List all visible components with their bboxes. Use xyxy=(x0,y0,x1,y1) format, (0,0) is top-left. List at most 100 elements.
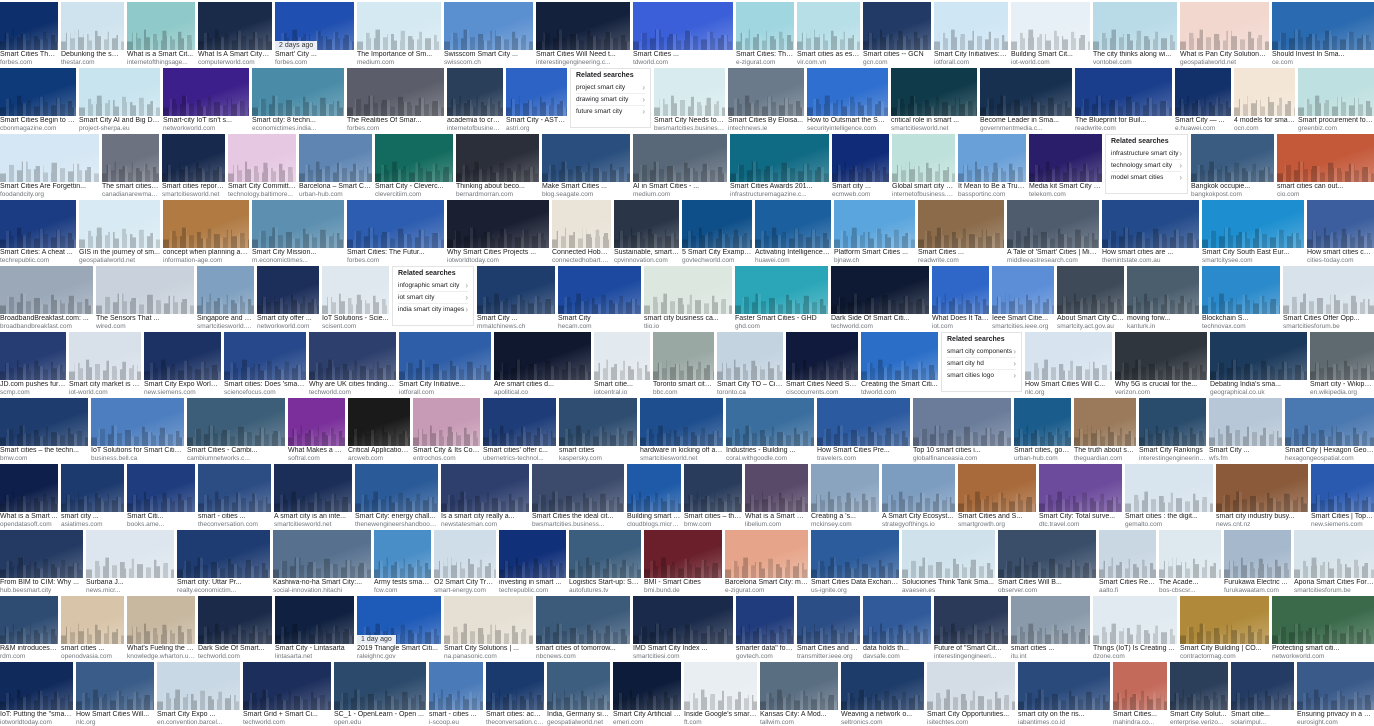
image-result-title[interactable]: Soluciones Think Tank Sma... xyxy=(902,579,995,587)
image-result-title[interactable]: Smart city - Wikipe... xyxy=(1310,381,1374,389)
image-result-title[interactable]: AI in Smart Cities - ... xyxy=(633,183,727,191)
image-result[interactable]: Smart City Artificial Intelligen...emeri… xyxy=(613,662,681,726)
image-result[interactable]: About Smart City Canberra - S...smartcit… xyxy=(1057,266,1124,330)
image-result-title[interactable]: Smart City - Lintasarta xyxy=(275,645,354,653)
image-result-title[interactable]: Smart cities : the digit... xyxy=(1125,513,1213,521)
image-result-title[interactable]: Smart cities – the techn... xyxy=(0,447,88,455)
image-thumbnail[interactable] xyxy=(559,398,637,447)
related-search-link[interactable]: project smart city › xyxy=(576,82,645,94)
image-thumbnail[interactable] xyxy=(477,266,555,315)
image-result-title[interactable]: smart cities xyxy=(559,447,637,455)
image-result-title[interactable]: Smart Cities Awards 201... xyxy=(730,183,829,191)
image-result-title[interactable]: Smart City Artificial Intelligen... xyxy=(613,711,681,719)
image-thumbnail[interactable] xyxy=(429,662,483,711)
image-result[interactable]: Smart cities: Does 'smart cit...sciencef… xyxy=(224,332,306,396)
image-result[interactable]: Singapore and Mala...smartcitiesworld.ne… xyxy=(197,266,254,330)
image-result[interactable]: Smart City Mission... m.economictimes... xyxy=(252,200,344,264)
image-thumbnail[interactable] xyxy=(61,464,124,513)
image-result-title[interactable]: Smart City TO – City of Toronto xyxy=(717,381,783,389)
image-result-title[interactable]: smart city ... xyxy=(61,513,124,521)
image-thumbnail[interactable] xyxy=(0,2,58,51)
image-result[interactable]: Surbana J... news.micr... xyxy=(86,530,174,594)
image-result[interactable]: R&M introduces dedi...rdm.com xyxy=(0,596,58,660)
image-result[interactable]: Smart Cities: A cheat ... techrepublic.co… xyxy=(0,200,76,264)
image-thumbnail[interactable] xyxy=(807,68,888,117)
image-result-title[interactable]: Swisscom Smart City ... xyxy=(444,51,533,59)
image-thumbnail[interactable] xyxy=(755,200,831,249)
image-thumbnail[interactable] xyxy=(348,398,410,447)
image-thumbnail[interactable] xyxy=(614,200,679,249)
image-result-title[interactable]: Connected Hobart: Sma... xyxy=(552,249,611,257)
image-result[interactable]: 1 day ago 2019 Triangle Smart Citi... rale… xyxy=(357,596,441,660)
image-thumbnail[interactable] xyxy=(1175,68,1231,117)
image-thumbnail[interactable] xyxy=(198,2,272,51)
image-thumbnail[interactable] xyxy=(163,68,249,117)
image-result[interactable]: Dark Side Of Smart Citi... techworld.com xyxy=(831,266,929,330)
image-thumbnail[interactable] xyxy=(1011,2,1090,51)
image-result-title[interactable]: Smart city market is pro... xyxy=(69,381,141,389)
image-result[interactable]: Smart Cities and S... smartgrowth.org xyxy=(958,464,1036,528)
image-thumbnail[interactable] xyxy=(1285,398,1374,447)
image-thumbnail[interactable] xyxy=(444,596,533,645)
image-result-title[interactable]: R&M introduces dedi... xyxy=(0,645,58,653)
image-thumbnail[interactable] xyxy=(197,266,254,315)
image-result-title[interactable]: Smart city: 8 techn... xyxy=(252,117,344,125)
image-result[interactable]: Smart city offer ... networkworld.com xyxy=(257,266,319,330)
image-result[interactable]: Smart City: energy chall... thenewenginee… xyxy=(355,464,438,528)
image-result-title[interactable]: smart city industry busy... xyxy=(1216,513,1308,521)
image-result-title[interactable]: Smart City: Total surve... xyxy=(1039,513,1122,521)
image-result[interactable]: Smart Cities Will B... observer.com xyxy=(998,530,1096,594)
image-result-title[interactable]: smart city on the ris... xyxy=(1018,711,1110,719)
image-result[interactable]: Smart City ... wfs.fm xyxy=(1209,398,1282,462)
image-thumbnail[interactable] xyxy=(730,134,829,183)
image-result-title[interactable]: GIS in the journey of sm... xyxy=(79,249,160,257)
image-result-title[interactable]: The Importance of Sm... xyxy=(357,51,441,59)
image-thumbnail[interactable] xyxy=(958,464,1036,513)
image-result[interactable]: Smart Cities Data Exchange... us-ignite.o… xyxy=(811,530,899,594)
related-search-link[interactable]: technology smart city › xyxy=(1111,160,1182,172)
image-thumbnail[interactable] xyxy=(834,200,915,249)
image-result[interactable]: smart city industry busy... news.cnt.nz xyxy=(1216,464,1308,528)
image-result-title[interactable]: Why 5G is crucial for the... xyxy=(1115,381,1207,389)
image-result[interactable]: Smart Cities ... tdworld.com xyxy=(633,2,733,66)
image-result-title[interactable]: Smart City Committe... xyxy=(228,183,296,191)
image-result-title[interactable]: BroadbandBreakfast.com: ... xyxy=(0,315,93,323)
image-result[interactable]: Platform Smart Cities ... bjnaw.ch xyxy=(834,200,915,264)
image-result-title[interactable]: Logistics Start-up: Smart ... xyxy=(569,579,641,587)
image-thumbnail[interactable] xyxy=(127,2,195,51)
image-result[interactable]: The Importance of Sm... medium.com xyxy=(357,2,441,66)
image-result[interactable]: Smart cities – the techn...bmw.com xyxy=(684,464,742,528)
related-search-link[interactable]: infographic smart city › xyxy=(398,280,468,292)
image-result[interactable]: How to Outsmart the Sma... securityintell… xyxy=(807,68,888,132)
image-thumbnail[interactable] xyxy=(536,596,630,645)
image-result-title[interactable]: Smart City | Hexagon Geos... xyxy=(1285,447,1374,455)
image-thumbnail[interactable] xyxy=(309,332,396,381)
image-result[interactable]: Ieee Smart Citie... smartcities.ieee.org xyxy=(992,266,1054,330)
image-result[interactable]: Smart cities' offer c... ubernetrics-tech… xyxy=(483,398,556,462)
image-result[interactable]: Building smart cities...cloudblogs.micro… xyxy=(627,464,681,528)
image-result[interactable]: The truth about smart c...theguardian.co… xyxy=(1074,398,1136,462)
image-result-title[interactable]: Smart citie... xyxy=(1231,711,1294,719)
image-result[interactable]: The Blueprint for Buil... readwrite.com xyxy=(1075,68,1172,132)
image-thumbnail[interactable] xyxy=(187,398,285,447)
image-result-title[interactable]: What Makes a Smart ... xyxy=(288,447,345,455)
image-result[interactable]: Weaving a network o... seltronics.com xyxy=(841,662,924,726)
image-result[interactable]: Smart Cities Begin to E... cbonmagazine.c… xyxy=(0,68,76,132)
image-result-title[interactable]: How Smart Cities Will C... xyxy=(1025,381,1112,389)
image-thumbnail[interactable] xyxy=(347,68,444,117)
image-result[interactable]: Smart City - Cleverc... clevercitiim.com xyxy=(375,134,453,198)
image-thumbnail[interactable] xyxy=(79,200,160,249)
image-result[interactable]: Global smart city pla... internetofbusine… xyxy=(892,134,955,198)
image-result[interactable]: What Does It Take to Build ...iot.com xyxy=(932,266,989,330)
image-result[interactable]: Smart City - ASTRI - Hong ...astri.org xyxy=(506,68,567,132)
related-search-link[interactable]: smart city hd › xyxy=(947,358,1016,370)
image-thumbnail[interactable] xyxy=(1115,332,1207,381)
image-result-title[interactable]: What is Pan City Solutions f... xyxy=(1180,51,1269,59)
image-result-title[interactable]: Faster Smart Cities - GHD xyxy=(735,315,828,323)
image-thumbnail[interactable] xyxy=(958,134,1026,183)
image-thumbnail[interactable] xyxy=(717,332,783,381)
image-thumbnail[interactable] xyxy=(0,464,58,513)
image-result[interactable]: Why 5G is crucial for the... verizon.com xyxy=(1115,332,1207,396)
image-thumbnail[interactable] xyxy=(0,398,88,447)
image-result[interactable]: Smart cities: acceleration. t...theconve… xyxy=(486,662,544,726)
